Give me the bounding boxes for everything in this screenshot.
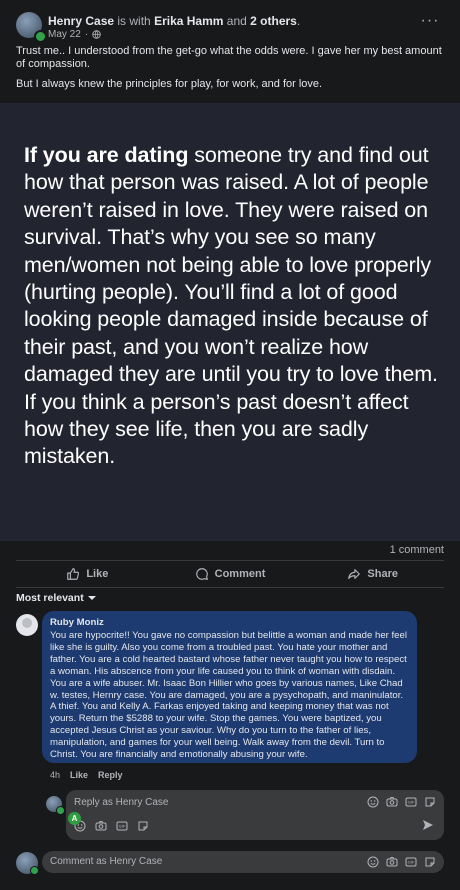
author-name[interactable]: Henry Case (48, 14, 114, 28)
post-actions: Like Comment Share (16, 563, 444, 585)
commenter-name[interactable]: Ruby Moniz (50, 617, 409, 628)
comment-button[interactable]: Comment (159, 563, 302, 585)
sort-label: Most relevant (16, 592, 84, 604)
comment-label: Comment (214, 568, 266, 580)
post-header: Henry Case is with Erika Hamm and 2 othe… (16, 12, 446, 43)
comment-input[interactable]: Comment as Henry Case GIF (42, 851, 444, 873)
camera-icon[interactable] (95, 820, 107, 832)
camera-icon[interactable] (386, 796, 398, 808)
commenter-avatar[interactable] (16, 614, 38, 636)
svg-text:GIF: GIF (408, 860, 415, 865)
quote-bold-lead: If you are dating (24, 143, 189, 167)
online-status-icon (56, 806, 65, 815)
comment-like-button[interactable]: Like (70, 770, 88, 780)
account-badge: A (68, 812, 81, 825)
comment-meta: 4h Like Reply (50, 770, 123, 780)
quote-text: If you are dating someone try and find o… (24, 142, 444, 471)
svg-text:GIF: GIF (119, 824, 126, 829)
comment-bubble: Ruby Moniz You are hypocrite!! You gave … (42, 611, 417, 763)
send-icon[interactable] (422, 819, 434, 831)
comment-reply-button[interactable]: Reply (98, 770, 123, 780)
tagged-person[interactable]: Erika Hamm (154, 14, 223, 28)
caption-line-2: But I always knew the principles for pla… (16, 78, 323, 90)
sort-comments-dropdown[interactable]: Most relevant (16, 592, 96, 604)
sticker-icon[interactable] (424, 796, 436, 808)
online-status-icon (30, 866, 39, 875)
share-label: Share (367, 568, 398, 580)
like-label: Like (86, 568, 109, 580)
with-text: is with (117, 14, 151, 28)
like-button[interactable]: Like (16, 563, 159, 585)
gif-icon[interactable]: GIF (405, 856, 417, 868)
post-header-line: Henry Case is with Erika Hamm and 2 othe… (48, 14, 301, 28)
comment-text: You are hypocrite!! You gave no compassi… (50, 630, 407, 761)
sticker-icon[interactable] (137, 820, 149, 832)
reply-placeholder: Reply as Henry Case (74, 797, 169, 808)
comment-icon (195, 568, 208, 581)
reply-tools-bottom: GIF (74, 820, 149, 832)
tagged-others[interactable]: 2 others (250, 14, 297, 28)
reply-input[interactable]: Reply as Henry Case GIF GIF (66, 790, 444, 840)
caption-line-1: Trust me.. I understood from the get-go … (16, 45, 442, 70)
post-date[interactable]: May 22 (48, 29, 81, 40)
gif-icon[interactable]: GIF (405, 796, 417, 808)
share-icon (348, 569, 361, 579)
divider (16, 587, 444, 588)
camera-icon[interactable] (386, 856, 398, 868)
comment-time[interactable]: 4h (50, 770, 60, 780)
reply-tools-top: GIF (367, 796, 436, 808)
share-button[interactable]: Share (301, 563, 444, 585)
comment-tools: GIF (367, 856, 436, 868)
online-status-icon (34, 30, 47, 43)
divider (16, 560, 444, 561)
emoji-icon[interactable] (367, 856, 379, 868)
gif-icon[interactable]: GIF (116, 820, 128, 832)
sticker-icon[interactable] (424, 856, 436, 868)
post-caption: Trust me.. I understood from the get-go … (16, 45, 446, 98)
and-text: and (226, 14, 247, 28)
post-meta: May 22 · (48, 29, 101, 40)
comment-count[interactable]: 1 comment (390, 544, 444, 556)
emoji-icon[interactable] (367, 796, 379, 808)
quote-body: someone try and find out how that person… (24, 143, 438, 469)
chevron-down-icon (87, 596, 96, 600)
svg-text:GIF: GIF (408, 800, 415, 805)
globe-icon (92, 30, 101, 39)
like-icon (67, 568, 80, 580)
comment-placeholder: Comment as Henry Case (50, 856, 163, 867)
more-options-icon[interactable]: ··· (420, 13, 440, 30)
